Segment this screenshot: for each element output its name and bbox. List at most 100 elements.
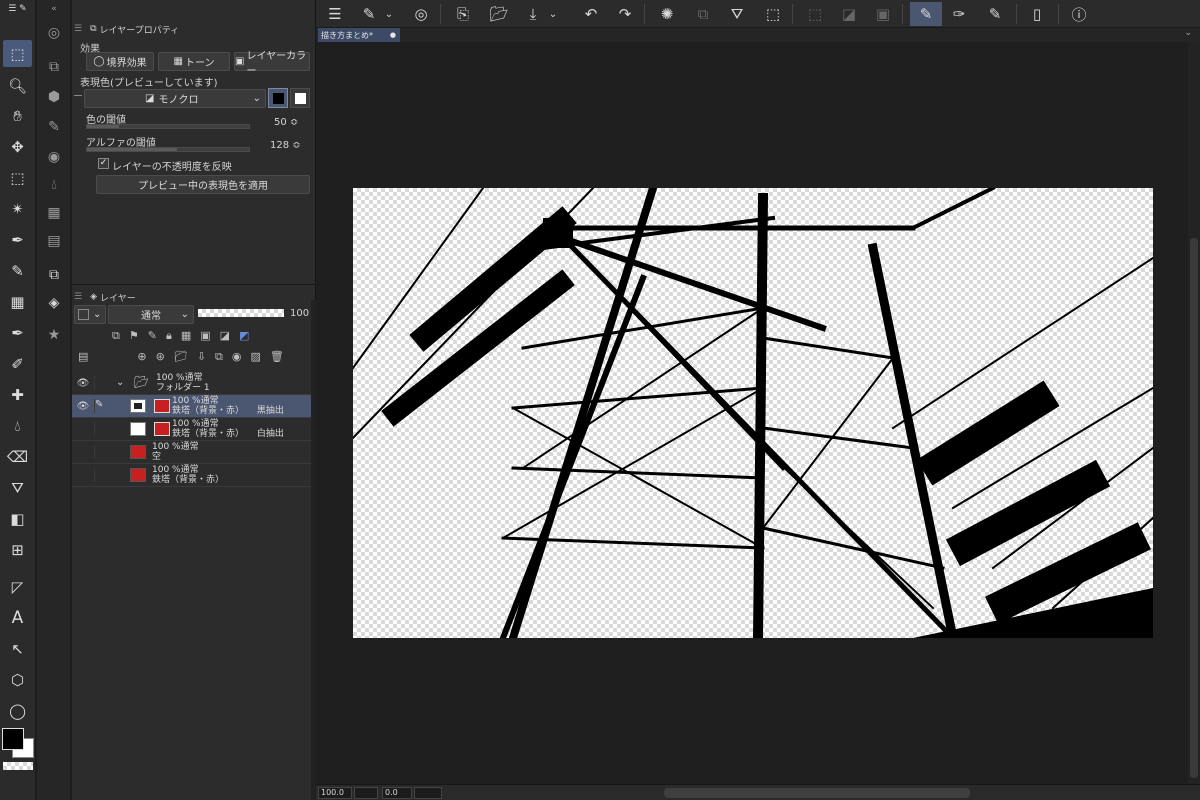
selection-tool-icon[interactable]: ⬚ <box>3 164 32 191</box>
panel-menu-icon[interactable]: ☰ ✎ <box>3 2 32 16</box>
eye-column[interactable] <box>76 468 90 482</box>
tone-button[interactable]: ▦ トーン <box>158 52 230 71</box>
brush-tool-icon[interactable]: ✒ <box>3 319 32 346</box>
save-icon[interactable]: ⤓ <box>520 2 546 26</box>
auto-select-tool-icon[interactable]: ✴ <box>3 195 32 222</box>
alpha-threshold-slider[interactable] <box>86 147 250 152</box>
canvas-area[interactable] <box>316 42 1188 784</box>
smartphone-icon[interactable]: ▯ <box>1024 2 1050 26</box>
draft-icon[interactable]: ✎ <box>148 329 157 345</box>
material-icon[interactable]: ⬢ <box>41 84 67 110</box>
layer-row-black-extract[interactable]: 👁︎ ✎ 100 %通常 鉄塔（背景・赤） 黒抽出 <box>72 395 311 418</box>
apply-mask-icon[interactable]: ▨ <box>251 350 261 366</box>
fill-icon[interactable]: ⛛ <box>724 2 750 26</box>
new-vector-layer-icon[interactable]: ⊛ <box>156 350 165 366</box>
undo-icon[interactable]: ↶ <box>578 2 604 26</box>
lock-icon[interactable]: 🔒︎ <box>166 329 172 345</box>
navigator-icon[interactable]: ◎ <box>41 20 67 46</box>
snap-ruler-icon[interactable]: ✎ <box>910 2 942 26</box>
frame-tool-icon[interactable]: ◸ <box>3 573 32 600</box>
edit-mode-icon[interactable]: ✎ <box>356 2 382 26</box>
airbrush-tool-icon[interactable]: ✐ <box>3 350 32 377</box>
pen-tool-icon[interactable]: ✎ <box>3 257 32 284</box>
text-tool-icon[interactable]: A <box>3 604 32 631</box>
new-file-icon[interactable]: ⎘ <box>450 2 476 26</box>
hand-tool-icon[interactable]: ✋︎ <box>3 102 32 129</box>
new-folder-icon[interactable]: 📁︎ <box>174 350 188 366</box>
loading-icon[interactable]: ✺ <box>654 2 680 26</box>
reflect-opacity-checkbox[interactable]: ✓ <box>98 158 109 169</box>
fill-tool-icon[interactable]: ⛛ <box>3 474 32 501</box>
layer-row-white-extract[interactable]: 100 %通常 鉄塔（背景・赤） 白抽出 <box>72 418 311 441</box>
lasso-tool-icon[interactable]: ◯ <box>3 697 32 724</box>
canvas[interactable] <box>353 188 1153 638</box>
layer-color-toggle-icon[interactable]: ◩ <box>239 329 249 345</box>
opacity-slider[interactable] <box>198 309 284 317</box>
layer-color-dropdown[interactable]: ⌄ <box>74 305 106 324</box>
eyedropper-tool-icon[interactable]: ✒ <box>3 226 32 253</box>
deselect-icon[interactable]: ⬚ <box>802 2 828 26</box>
chevron-down-icon[interactable]: ⌄ <box>546 2 560 26</box>
tab-layer-property[interactable]: ☰ ⧉ レイヤープロパティ <box>74 20 234 38</box>
balloon-tool-icon[interactable]: ↖ <box>3 635 32 662</box>
lock-column[interactable] <box>94 445 106 459</box>
help-icon[interactable]: ⓘ <box>1066 2 1092 26</box>
transform-icon[interactable]: ⬚ <box>760 2 786 26</box>
decoration-tool-icon[interactable]: ✚ <box>3 381 32 408</box>
brush-size-icon[interactable]: ◉ <box>41 144 67 170</box>
panel-menu-icon[interactable]: ☰ <box>74 24 82 34</box>
merge-icon[interactable]: ⧉ <box>215 350 223 366</box>
black-color-toggle[interactable] <box>268 88 288 108</box>
vertical-scrollbar[interactable] <box>1188 42 1200 784</box>
lock-column[interactable] <box>94 422 106 436</box>
gradient-tool-icon[interactable]: ◧ <box>3 505 32 532</box>
open-file-icon[interactable]: 📂︎ <box>486 2 512 26</box>
reference-icon[interactable]: ⚑ <box>129 329 139 345</box>
transfer-down-icon[interactable]: ⇩ <box>197 350 206 366</box>
vertical-scroll-thumb[interactable] <box>1190 238 1198 778</box>
eye-column[interactable] <box>76 422 90 436</box>
eye-icon[interactable]: 👁︎ <box>76 376 90 390</box>
tool-property-icon[interactable]: ✎ <box>41 114 67 140</box>
history-icon[interactable]: ▤ <box>41 228 67 254</box>
apply-expression-color-button[interactable]: プレビュー中の表現色を適用 <box>96 175 310 194</box>
delete-layer-icon[interactable]: 🗑︎ <box>270 350 284 366</box>
snap-grid-icon[interactable]: ✎ <box>982 2 1008 26</box>
blend-tool-icon[interactable]: 💧︎ <box>3 412 32 439</box>
chevron-down-icon[interactable]: ⌄ <box>1184 28 1192 38</box>
white-color-toggle[interactable] <box>290 88 310 108</box>
lock-transparent-icon[interactable]: ▦ <box>181 329 191 345</box>
operation-tool-icon[interactable]: ⬚ <box>3 40 32 67</box>
rotation-slider[interactable] <box>414 787 442 799</box>
zoom-tool-icon[interactable]: 🔍︎ <box>3 72 32 99</box>
border-effect-button[interactable]: ◯ 境界効果 <box>86 52 154 71</box>
collapse-icon[interactable]: « <box>41 2 67 16</box>
alpha-threshold-value[interactable]: 128 ≎ <box>270 140 301 151</box>
clip-icon[interactable]: ⧉ <box>112 329 120 345</box>
invert-selection-icon[interactable]: ◪ <box>836 2 862 26</box>
lock-column[interactable] <box>94 376 106 390</box>
rotation-field[interactable]: 0.0 <box>382 787 412 799</box>
figure-tool-icon[interactable]: ⊞ <box>3 536 32 563</box>
eraser-tool-icon[interactable]: ⌫ <box>3 443 32 470</box>
correct-line-tool-icon[interactable]: ⬡ <box>3 666 32 693</box>
eye-icon[interactable]: 👁︎ <box>76 399 90 413</box>
snap-special-ruler-icon[interactable]: ✑ <box>946 2 972 26</box>
eye-column[interactable] <box>76 445 90 459</box>
layer-icon[interactable]: ◈ <box>41 290 67 316</box>
chevron-down-icon[interactable]: ⌄ <box>382 2 396 26</box>
color-threshold-value[interactable]: 50 ≎ <box>274 117 298 128</box>
edit-pen-icon[interactable]: ✎ <box>94 399 106 413</box>
color-icon[interactable]: 💧︎ <box>41 172 67 198</box>
subtool-icon[interactable]: ⧉ <box>41 54 67 80</box>
layer-search-icon[interactable]: ★ <box>41 322 67 348</box>
zoom-field[interactable]: 100.0 <box>318 787 352 799</box>
layer-color-button[interactable]: ▣ レイヤーカラー <box>234 51 310 77</box>
layer-property-icon[interactable]: ⧉ <box>41 262 67 288</box>
layer-row-folder[interactable]: 👁︎ ⌄ 📂︎ 100 %通常 フォルダー 1 <box>72 372 311 395</box>
redo-icon[interactable]: ↷ <box>612 2 638 26</box>
pencil-tool-icon[interactable]: ▦ <box>3 288 32 315</box>
color-threshold-slider[interactable] <box>86 124 250 129</box>
close-icon[interactable]: ● <box>390 31 396 39</box>
blend-mode-dropdown[interactable]: 通常 ⌄ <box>108 305 194 324</box>
